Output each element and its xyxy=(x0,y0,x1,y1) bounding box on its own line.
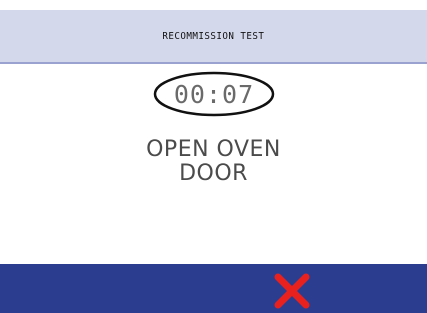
instruction-line-2: DOOR xyxy=(179,161,248,186)
header-bar: RECOMMISSION TEST xyxy=(0,10,427,64)
cancel-button[interactable] xyxy=(272,270,312,310)
recommission-test-screen: RECOMMISSION TEST 00:07 OPEN OVEN DOOR xyxy=(0,0,427,313)
instruction-message: OPEN OVEN DOOR xyxy=(0,138,427,186)
screen-title: RECOMMISSION TEST xyxy=(162,30,265,42)
instruction-line-1: OPEN OVEN xyxy=(146,137,281,162)
close-icon xyxy=(274,273,310,309)
footer-bar xyxy=(0,264,427,313)
countdown-timer: 00:07 xyxy=(152,70,276,118)
timer-value: 00:07 xyxy=(173,79,255,109)
